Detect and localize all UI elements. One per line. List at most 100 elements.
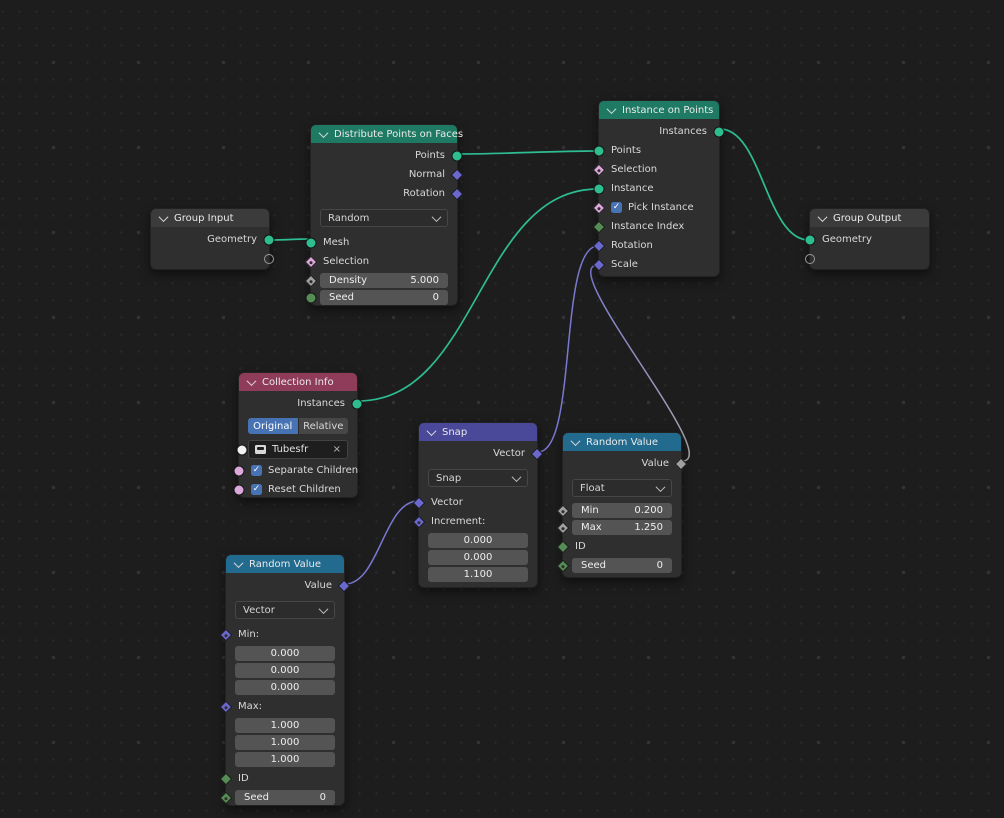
node-header[interactable]: Collection Info <box>239 373 357 391</box>
socket-instance-input[interactable] <box>593 183 605 194</box>
socket-min-input[interactable] <box>556 504 570 517</box>
increment-z-field[interactable]: 1.100 <box>428 567 528 582</box>
socket-value-output[interactable] <box>674 457 688 470</box>
max-x-field[interactable]: 1.000 <box>235 718 335 733</box>
collapse-chevron-icon[interactable] <box>233 557 244 568</box>
socket-label: Instance Index <box>611 221 685 232</box>
relative-button[interactable]: Relative <box>297 418 348 434</box>
node-header[interactable]: Random Value <box>226 555 344 573</box>
separate-children-checkbox[interactable]: ✓ <box>251 465 262 476</box>
socket-separate-children-input[interactable] <box>233 465 245 476</box>
collapse-chevron-icon[interactable] <box>318 127 329 138</box>
chevron-down-icon <box>318 603 329 614</box>
collapse-chevron-icon[interactable] <box>158 211 169 222</box>
clear-collection-icon[interactable]: × <box>333 444 341 455</box>
node-snap[interactable]: Snap Vector Snap Vector Increment: 0.000… <box>412 422 544 588</box>
node-header[interactable]: Group Input <box>151 209 269 227</box>
socket-virtual-input[interactable] <box>805 253 815 264</box>
link-randomvector-snap <box>344 500 419 585</box>
socket-instances-output[interactable] <box>713 126 725 137</box>
node-distribute-points-on-faces[interactable]: Distribute Points on Faces Points Normal… <box>304 124 464 306</box>
socket-label: Normal <box>408 169 445 180</box>
collapse-chevron-icon[interactable] <box>570 435 581 446</box>
min-slider[interactable]: Min 0.200 <box>572 503 672 518</box>
node-header[interactable]: Snap <box>419 423 537 441</box>
socket-min-input[interactable] <box>219 628 233 641</box>
distribution-dropdown[interactable]: Random <box>320 209 448 227</box>
socket-points-input[interactable] <box>593 145 605 156</box>
socket-rotation-input[interactable] <box>592 239 606 252</box>
socket-normal-output[interactable] <box>450 168 464 181</box>
socket-reset-children-input[interactable] <box>233 484 245 495</box>
socket-seed-input[interactable] <box>305 292 317 303</box>
socket-virtual-output[interactable] <box>264 253 274 264</box>
socket-value-output[interactable] <box>337 579 351 592</box>
node-header[interactable]: Instance on Points <box>599 101 719 119</box>
socket-increment-input[interactable] <box>412 515 426 528</box>
original-button[interactable]: Original <box>248 418 298 434</box>
socket-points-output[interactable] <box>451 150 463 161</box>
socket-selection-input[interactable] <box>304 255 318 268</box>
transform-space-toggle[interactable]: Original Relative <box>248 418 348 434</box>
socket-geometry-output[interactable] <box>263 234 275 245</box>
socket-rotation-output[interactable] <box>450 187 464 200</box>
data-type-dropdown[interactable]: Vector <box>235 601 335 619</box>
node-header[interactable]: Group Output <box>810 209 929 227</box>
socket-seed-input[interactable] <box>219 791 233 804</box>
node-random-value-float[interactable]: Random Value Value Float Min 0.200 Max 1… <box>556 432 688 578</box>
socket-instance-index-input[interactable] <box>592 220 606 233</box>
socket-geometry-input[interactable] <box>804 234 816 245</box>
collapse-chevron-icon[interactable] <box>426 425 437 436</box>
reset-children-checkbox[interactable]: ✓ <box>251 484 262 495</box>
socket-label: Geometry <box>822 234 872 245</box>
socket-selection-input[interactable] <box>592 163 606 176</box>
socket-seed-input[interactable] <box>556 559 570 572</box>
seed-slider[interactable]: Seed 0 <box>235 790 335 805</box>
increment-y-field[interactable]: 0.000 <box>428 550 528 565</box>
collection-selector[interactable]: Tubesfr × <box>236 440 348 459</box>
max-y-field[interactable]: 1.000 <box>235 735 335 750</box>
node-group-input[interactable]: Group Input Geometry <box>150 208 275 270</box>
max-z-field[interactable]: 1.000 <box>235 752 335 767</box>
socket-pick-instance-input[interactable] <box>592 201 606 214</box>
field-value: 0.000 <box>270 682 300 693</box>
node-editor-canvas[interactable]: Group Input Geometry Distribute Points o… <box>0 0 1004 818</box>
pick-instance-checkbox[interactable]: ✓ <box>611 202 622 213</box>
field-value: 0 <box>319 792 326 803</box>
min-z-field[interactable]: 0.000 <box>235 680 335 695</box>
seed-slider[interactable]: Seed 0 <box>572 558 672 573</box>
link-points-points <box>457 150 599 155</box>
socket-id-input[interactable] <box>219 772 233 785</box>
node-title: Group Output <box>833 212 902 224</box>
node-collection-info[interactable]: Collection Info Instances Original Relat… <box>233 372 363 498</box>
node-random-value-vector[interactable]: Random Value Value Vector Min: 0.000 0.0… <box>219 554 351 806</box>
data-type-dropdown[interactable]: Float <box>572 479 672 497</box>
socket-id-input[interactable] <box>556 540 570 553</box>
socket-instances-output[interactable] <box>351 398 363 409</box>
socket-collection-input[interactable] <box>236 444 248 455</box>
increment-x-field[interactable]: 0.000 <box>428 533 528 548</box>
node-header[interactable]: Random Value <box>563 433 681 451</box>
socket-max-input[interactable] <box>556 521 570 534</box>
seed-slider[interactable]: Seed 0 <box>320 290 448 305</box>
collapse-chevron-icon[interactable] <box>817 211 828 222</box>
collapse-chevron-icon[interactable] <box>606 103 617 114</box>
density-slider[interactable]: Density 5.000 <box>320 273 448 288</box>
min-x-field[interactable]: 0.000 <box>235 646 335 661</box>
socket-vector-output[interactable] <box>530 447 544 460</box>
node-instance-on-points[interactable]: Instance on Points Instances Points Sele… <box>592 100 725 277</box>
socket-mesh-input[interactable] <box>305 237 317 248</box>
socket-label: Selection <box>611 164 658 175</box>
socket-max-input[interactable] <box>219 700 233 713</box>
socket-vector-input[interactable] <box>412 496 426 509</box>
max-slider[interactable]: Max 1.250 <box>572 520 672 535</box>
socket-label: Instances <box>659 126 707 137</box>
collapse-chevron-icon[interactable] <box>246 375 257 386</box>
node-header[interactable]: Distribute Points on Faces <box>311 125 463 143</box>
min-y-field[interactable]: 0.000 <box>235 663 335 678</box>
socket-scale-input[interactable] <box>592 258 606 271</box>
operation-dropdown[interactable]: Snap <box>428 469 528 487</box>
field-label: Min <box>581 505 599 516</box>
node-group-output[interactable]: Group Output Geometry <box>804 208 930 270</box>
socket-density-input[interactable] <box>304 274 318 287</box>
